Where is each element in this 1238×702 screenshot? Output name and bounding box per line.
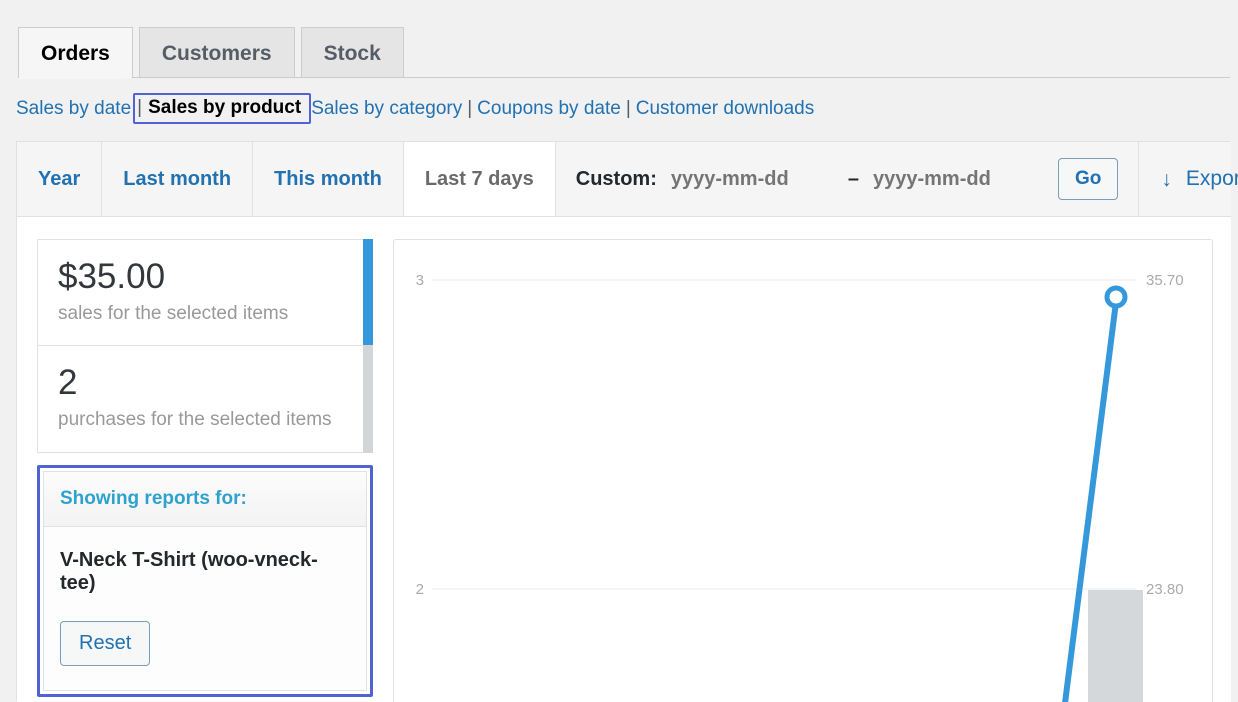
stat-label-purchases: purchases for the selected items	[58, 409, 352, 432]
range-button-last-month[interactable]: Last month	[102, 142, 253, 216]
chart-point-marker[interactable]	[1107, 288, 1125, 306]
axis-tick-left-lower: 2	[416, 581, 424, 598]
tab-bar: Orders Customers Stock	[0, 0, 1238, 78]
subnav-separator-1: |	[137, 97, 148, 119]
subnav-separator-3: |	[621, 98, 636, 120]
report-sidebar: $35.00 sales for the selected items 2 pu…	[17, 217, 393, 702]
subnav-item-sales-by-product-label: Sales by product	[148, 97, 301, 119]
subnav-item-sales-by-product[interactable]: | Sales by product	[133, 93, 311, 124]
range-button-last-7-days-label: Last 7 days	[425, 168, 534, 191]
axis-tick-right-lower: 23.80	[1146, 581, 1184, 598]
showing-reports-header: Showing reports for:	[44, 472, 366, 527]
showing-reports-panel: Showing reports for: V-Neck T-Shirt (woo…	[37, 465, 373, 697]
tab-customers[interactable]: Customers	[139, 27, 295, 78]
chart-bar-sales-amount[interactable]	[1088, 590, 1143, 702]
range-button-last-month-label: Last month	[123, 168, 231, 191]
showing-reports-body: V-Neck T-Shirt (woo-vneck-tee) Reset	[44, 527, 366, 690]
report-content-box: Year Last month This month Last 7 days C…	[16, 141, 1230, 701]
subnav-item-coupons-by-date[interactable]: Coupons by date	[477, 98, 621, 120]
range-button-last-7-days[interactable]: Last 7 days	[404, 142, 556, 216]
axis-tick-left-upper: 3	[416, 272, 424, 289]
sales-chart-svg[interactable]: 3 2 35.70 23.80	[394, 240, 1213, 702]
tab-strip: Orders Customers Stock	[18, 27, 404, 78]
subnav: Sales by date | Sales by product Sales b…	[16, 93, 814, 124]
axis-tick-right-upper: 35.70	[1146, 272, 1184, 289]
subnav-item-sales-by-category[interactable]: Sales by category	[311, 98, 462, 120]
custom-range-dash: –	[848, 168, 859, 191]
range-button-this-month-label: This month	[274, 168, 382, 191]
sales-chart-panel[interactable]: 3 2 35.70 23.80	[393, 239, 1213, 702]
report-body: $35.00 sales for the selected items 2 pu…	[17, 217, 1231, 702]
range-button-this-month[interactable]: This month	[253, 142, 404, 216]
tab-customers-label: Customers	[162, 43, 272, 64]
export-csv-label: Export CSV	[1186, 167, 1238, 191]
showing-reports-title: Showing reports for:	[60, 488, 247, 509]
stat-label-sales: sales for the selected items	[58, 303, 352, 326]
subnav-item-sales-by-date[interactable]: Sales by date	[16, 98, 131, 120]
go-button[interactable]: Go	[1058, 158, 1118, 200]
tab-stock[interactable]: Stock	[301, 27, 404, 78]
custom-range-block: Custom: – Go	[556, 142, 1140, 216]
tab-underline	[18, 77, 1230, 78]
tab-stock-label: Stock	[324, 43, 381, 64]
stat-value-sales: $35.00	[58, 258, 352, 297]
stat-accent-purchases	[363, 345, 373, 452]
range-button-year[interactable]: Year	[17, 142, 102, 216]
custom-range-label: Custom:	[576, 168, 657, 191]
showing-reports-inner: Showing reports for: V-Neck T-Shirt (woo…	[43, 471, 367, 691]
tab-orders-label: Orders	[41, 43, 110, 64]
subnav-separator-2: |	[462, 98, 477, 120]
subnav-item-customer-downloads[interactable]: Customer downloads	[636, 98, 814, 120]
selected-product-name: V-Neck T-Shirt (woo-vneck-tee)	[60, 549, 350, 595]
download-arrow-icon: ↓	[1161, 169, 1172, 190]
custom-range-end-input[interactable]	[873, 168, 1036, 191]
stat-accent-sales	[363, 239, 373, 346]
date-range-toolbar: Year Last month This month Last 7 days C…	[17, 142, 1231, 217]
range-button-year-label: Year	[38, 168, 80, 191]
stat-item-sales[interactable]: $35.00 sales for the selected items	[38, 240, 372, 346]
stat-item-purchases[interactable]: 2 purchases for the selected items	[38, 346, 372, 451]
tab-orders[interactable]: Orders	[18, 27, 133, 78]
tab-active-cover	[19, 76, 126, 79]
export-csv-button[interactable]: ↓ Export CSV	[1139, 142, 1238, 216]
stat-list: $35.00 sales for the selected items 2 pu…	[37, 239, 373, 453]
reset-button[interactable]: Reset	[60, 621, 150, 666]
custom-range-start-input[interactable]	[671, 168, 834, 191]
stat-value-purchases: 2	[58, 364, 352, 403]
